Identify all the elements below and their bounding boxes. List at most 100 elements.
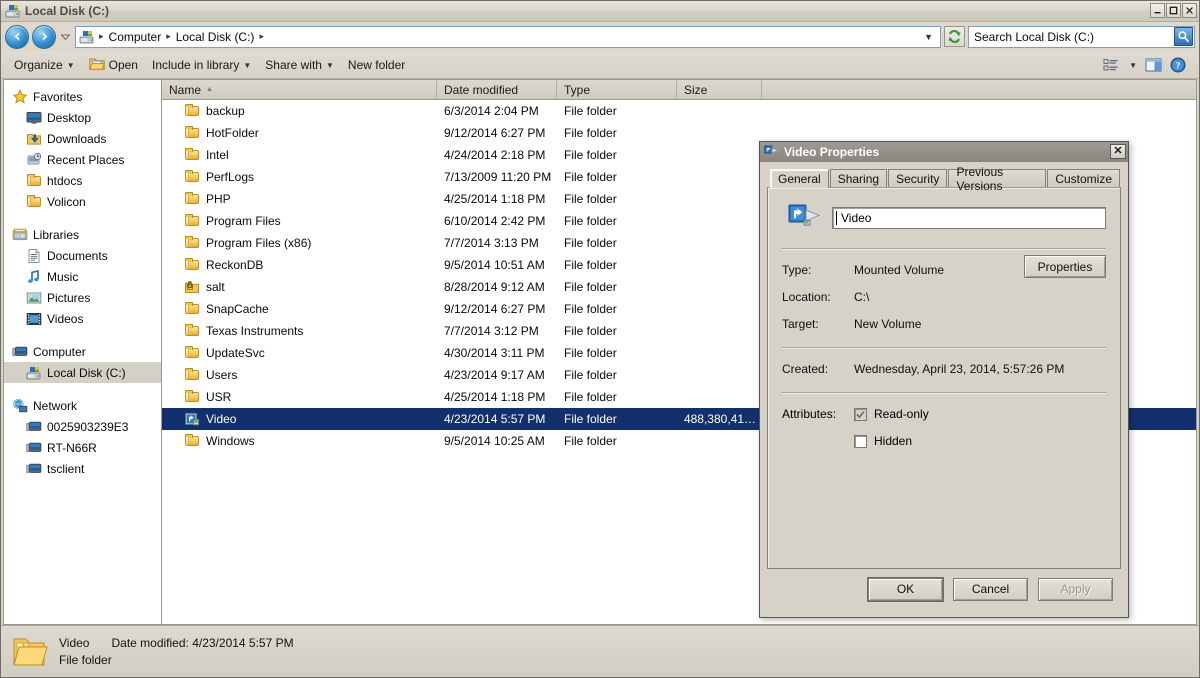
sidebar-item-desktop[interactable]: Desktop: [4, 107, 161, 128]
folder-icon: [184, 213, 200, 229]
sidebar-item-videos[interactable]: Videos: [4, 308, 161, 329]
breadcrumb-separator-1[interactable]: ▸: [164, 31, 173, 42]
breadcrumb-separator-0[interactable]: ▸: [97, 31, 106, 42]
file-name: Program Files: [206, 214, 281, 228]
hidden-label: Hidden: [874, 434, 913, 448]
cell-name: ReckonDB: [162, 257, 437, 273]
sidebar-group-computer[interactable]: Computer: [4, 341, 161, 362]
breadcrumb-local-disk-c[interactable]: Local Disk (C:): [173, 29, 258, 45]
folder-icon: [184, 367, 200, 383]
divider: [782, 392, 1106, 394]
sidebar-item-tsclient[interactable]: tsclient: [4, 458, 161, 479]
computer-icon: [26, 419, 42, 435]
attribute-read-only[interactable]: Attributes: Read-only: [782, 407, 1106, 421]
open-button[interactable]: Open: [82, 53, 145, 77]
name-input[interactable]: Video: [832, 207, 1106, 229]
help-icon[interactable]: ?: [1167, 55, 1189, 75]
sidebar-item-htdocs[interactable]: htdocs: [4, 170, 161, 191]
breadcrumb-separator-2[interactable]: ▸: [257, 31, 266, 42]
cell-type: File folder: [564, 236, 617, 250]
address-dropdown-icon[interactable]: ▼: [919, 32, 938, 42]
breadcrumb-computer[interactable]: Computer: [106, 29, 165, 45]
cell-type: File folder: [564, 324, 617, 338]
dialog-title-bar: Video Properties ✕: [760, 142, 1128, 162]
drive-icon: [79, 29, 95, 45]
cell-date: 9/5/2014 10:51 AM: [444, 258, 545, 272]
cell-type: File folder: [564, 148, 617, 162]
field-created: Created: Wednesday, April 23, 2014, 5:57…: [782, 362, 1106, 376]
video-properties-dialog[interactable]: Video Properties ✕ General Sharing Secur…: [759, 141, 1129, 618]
cell-type: File folder: [564, 368, 617, 382]
field-value: C:\: [854, 290, 870, 304]
cell-name: Video: [162, 411, 437, 427]
sidebar-item-recent-places[interactable]: Recent Places: [4, 149, 161, 170]
cell-name: Intel: [162, 147, 437, 163]
column-header-size[interactable]: Size: [677, 80, 762, 99]
sidebar-item-downloads[interactable]: Downloads: [4, 128, 161, 149]
cell-date: 7/7/2014 3:13 PM: [444, 236, 539, 250]
folder-icon: [184, 235, 200, 251]
hidden-checkbox[interactable]: [854, 434, 867, 448]
maximize-button[interactable]: [1166, 3, 1181, 18]
file-name: PerfLogs: [206, 170, 255, 184]
sidebar-item-pictures[interactable]: Pictures: [4, 287, 161, 308]
navigation-pane[interactable]: Favorites Desktop Downloads Recent Place…: [3, 79, 161, 625]
file-name: Program Files (x86): [206, 236, 312, 250]
sidebar-item-local-disk-c[interactable]: Local Disk (C:): [4, 362, 161, 383]
column-header-type[interactable]: Type: [557, 80, 677, 99]
sidebar-group-favorites[interactable]: Favorites: [4, 86, 161, 107]
folder-icon: [184, 389, 200, 405]
open-label: Open: [108, 57, 138, 72]
refresh-button[interactable]: [944, 26, 965, 47]
column-header-name[interactable]: Name ▲: [162, 80, 437, 99]
table-row[interactable]: backup 6/3/2014 2:04 PM File folder: [162, 100, 1196, 122]
minimize-button[interactable]: [1150, 3, 1165, 18]
cell-date: 9/12/2014 6:27 PM: [444, 126, 546, 140]
close-button[interactable]: [1182, 3, 1197, 18]
column-header-date-modified[interactable]: Date modified: [437, 80, 557, 99]
mounted-volume-icon: [184, 411, 200, 427]
share-with-button[interactable]: Share with ▼: [258, 55, 341, 75]
title-bar: Local Disk (C:): [1, 1, 1199, 22]
views-dropdown-icon[interactable]: ▼: [1126, 59, 1140, 71]
folder-icon: [26, 173, 42, 189]
sidebar-item-rt-n66r[interactable]: RT-N66R: [4, 437, 161, 458]
views-list-icon[interactable]: [1100, 56, 1124, 74]
back-button[interactable]: [5, 24, 29, 49]
sidebar-group-network[interactable]: Network: [4, 395, 161, 416]
cell-date: 6/10/2014 2:42 PM: [444, 214, 546, 228]
sidebar-item-music[interactable]: Music: [4, 266, 161, 287]
tab-security[interactable]: Security: [888, 169, 948, 187]
ok-button[interactable]: OK: [868, 577, 943, 601]
sidebar-group-libraries[interactable]: Libraries: [4, 224, 161, 245]
attribute-hidden[interactable]: Hidden: [782, 434, 1106, 448]
folder-icon: [184, 345, 200, 361]
sidebar-item-volicon[interactable]: Volicon: [4, 191, 161, 212]
file-name: Video: [206, 412, 237, 426]
tab-previous-versions[interactable]: Previous Versions: [948, 165, 1047, 193]
new-folder-button[interactable]: New folder: [341, 55, 412, 75]
tab-general[interactable]: General: [770, 169, 829, 188]
status-date-value: 4/23/2014 5:57 PM: [192, 636, 294, 650]
forward-button[interactable]: [32, 24, 56, 49]
cancel-button[interactable]: Cancel: [953, 577, 1028, 601]
search-box[interactable]: Search Local Disk (C:): [968, 25, 1195, 48]
search-icon[interactable]: [1174, 27, 1193, 46]
videos-icon: [26, 311, 42, 327]
history-dropdown-button[interactable]: [59, 27, 72, 47]
preview-pane-icon[interactable]: [1142, 56, 1165, 74]
explorer-window: Local Disk (C:) ▸ Computer ▸ Local Disk …: [0, 0, 1200, 678]
file-name: SnapCache: [206, 302, 269, 316]
include-in-library-button[interactable]: Include in library ▼: [145, 55, 258, 75]
sidebar-item-documents[interactable]: Documents: [4, 245, 161, 266]
dialog-close-button[interactable]: ✕: [1110, 144, 1126, 159]
tab-sharing[interactable]: Sharing: [829, 169, 888, 187]
properties-button[interactable]: Properties: [1024, 255, 1106, 278]
organize-button[interactable]: Organize ▼: [7, 55, 82, 75]
sidebar-item-0025903239e3[interactable]: 0025903239E3: [4, 416, 161, 437]
folder-icon: [184, 301, 200, 317]
search-input[interactable]: Search Local Disk (C:): [974, 30, 1174, 44]
read-only-checkbox[interactable]: [854, 407, 867, 421]
tab-customize[interactable]: Customize: [1047, 169, 1120, 187]
breadcrumb-bar[interactable]: ▸ Computer ▸ Local Disk (C:) ▸ ▼: [75, 25, 941, 48]
